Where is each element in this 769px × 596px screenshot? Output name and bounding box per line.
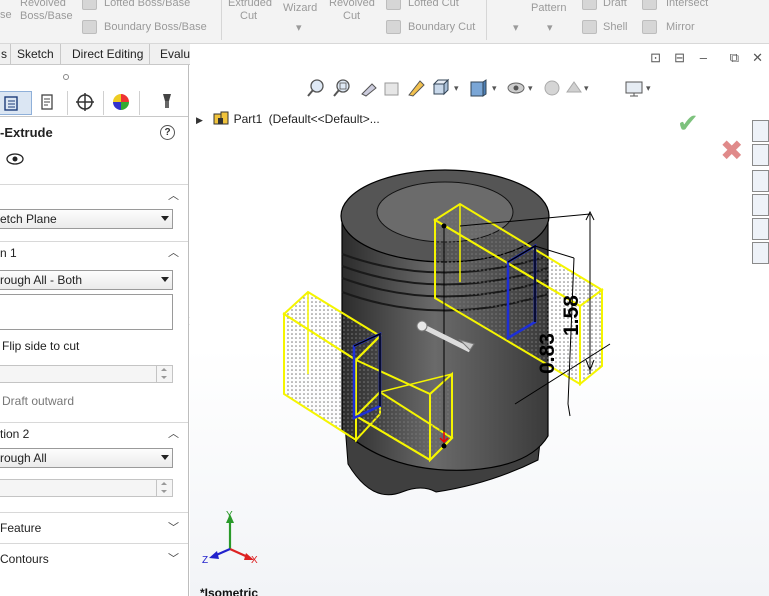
eye-icon[interactable] bbox=[6, 153, 24, 165]
lofted-cut-button[interactable]: Lofted Cut bbox=[408, 0, 459, 10]
linear-pattern-button[interactable]: Pattern bbox=[531, 2, 566, 15]
direction2-end-condition-combo[interactable]: rough All bbox=[0, 448, 173, 468]
feature-tree-icon bbox=[4, 96, 18, 111]
chevron-down-icon bbox=[161, 455, 169, 460]
chevron-down-icon[interactable]: ▾ bbox=[547, 22, 553, 35]
lofted-boss-button[interactable]: Lofted Boss/Base bbox=[104, 0, 190, 10]
direction1-end-condition-combo[interactable]: rough All - Both bbox=[0, 270, 173, 290]
shell-icon bbox=[582, 20, 597, 34]
chevron-down-icon bbox=[161, 277, 169, 282]
coordinate-triad: Y X Z bbox=[202, 510, 258, 566]
draft-icon bbox=[582, 0, 597, 10]
boundary-cut-icon bbox=[386, 20, 401, 34]
manager-tabs bbox=[0, 89, 188, 117]
axis-point bbox=[441, 223, 447, 229]
chevron-down-icon bbox=[161, 216, 169, 221]
revolved-cut-button[interactable]: Revolved Cut bbox=[329, 0, 375, 23]
ribbon-separator bbox=[221, 0, 222, 40]
chevron-up-icon[interactable]: ︿ bbox=[168, 185, 179, 207]
direction2-draft-spinner[interactable] bbox=[0, 479, 173, 497]
feature-scope-header[interactable]: Feature ﹀ bbox=[0, 512, 188, 543]
intersect-button[interactable]: Intersect bbox=[666, 0, 708, 10]
feature-title: -Extrude bbox=[0, 125, 53, 140]
axis-point bbox=[441, 443, 447, 449]
cam-manager-tab[interactable] bbox=[140, 91, 176, 115]
panel-handle[interactable] bbox=[63, 74, 69, 80]
triad-x-label: X bbox=[251, 555, 258, 566]
drag-handle-ball[interactable] bbox=[416, 320, 428, 332]
spinner-arrows-icon[interactable] bbox=[156, 366, 172, 382]
chevron-down-icon[interactable]: ﹀ bbox=[168, 513, 179, 543]
property-icon bbox=[41, 94, 53, 110]
property-manager-tab[interactable] bbox=[32, 91, 68, 115]
draft-angle-spinner[interactable] bbox=[0, 365, 173, 383]
appearance-manager-tab[interactable] bbox=[104, 91, 140, 115]
mirror-button[interactable]: Mirror bbox=[666, 21, 695, 34]
chevron-down-icon[interactable]: ﹀ bbox=[168, 544, 179, 574]
from-section-header[interactable]: ︿ bbox=[0, 184, 188, 207]
color-wheel-icon bbox=[113, 94, 129, 110]
configuration-manager-tab[interactable] bbox=[68, 91, 104, 115]
boundary-cut-button[interactable]: Boundary Cut bbox=[408, 21, 475, 34]
draft-button[interactable]: Draft bbox=[603, 0, 627, 10]
command-manager-ribbon: se Revolved Boss/Base Lofted Boss/Base Bo… bbox=[0, 0, 769, 44]
dimension-value[interactable]: 1.58 bbox=[560, 295, 583, 336]
lofted-boss-icon bbox=[82, 0, 97, 10]
chevron-up-icon[interactable]: ︿ bbox=[168, 423, 179, 445]
tab-direct-editing[interactable]: Direct Editing bbox=[66, 44, 151, 65]
hole-wizard-button[interactable]: Wizard bbox=[283, 2, 317, 15]
dimension-value[interactable]: 0.83 bbox=[536, 333, 559, 374]
shell-button[interactable]: Shell bbox=[603, 21, 627, 34]
from-combo[interactable]: etch Plane bbox=[0, 209, 173, 229]
view-orientation-label: *Isometric bbox=[200, 586, 259, 596]
property-manager: -Extrude ? ︿ etch Plane n 1 ︿ rough All -… bbox=[0, 65, 189, 596]
crosshair-icon bbox=[76, 93, 94, 111]
chevron-up-icon[interactable]: ︿ bbox=[168, 242, 179, 264]
piston-model[interactable]: 1.58 0.83 Y X Z bbox=[190, 44, 769, 596]
mirror-icon bbox=[642, 20, 657, 34]
extruded-cut-button[interactable]: Extruded Cut bbox=[228, 0, 272, 23]
flip-side-to-cut-checkbox[interactable]: Flip side to cut bbox=[2, 339, 79, 353]
lamp-icon bbox=[163, 94, 171, 108]
boundary-boss-icon bbox=[82, 20, 97, 34]
help-icon[interactable]: ? bbox=[160, 125, 175, 140]
direction-selection-box[interactable] bbox=[0, 294, 173, 330]
intersect-icon bbox=[642, 0, 657, 10]
graphics-area[interactable]: ⊡ ⊟ – ⧉ ✕ ▾ ▾ ▾ ▾ ▾ ▶ Part1 (Default<<De… bbox=[190, 44, 769, 596]
selected-contours-header[interactable]: Contours ﹀ bbox=[0, 543, 188, 574]
revolved-boss-button[interactable]: Revolved Boss/Base bbox=[20, 0, 73, 23]
ribbon-fragment: se bbox=[0, 9, 12, 21]
ribbon-separator bbox=[486, 0, 487, 40]
direction2-section-header[interactable]: tion 2 ︿ bbox=[0, 422, 188, 445]
triad-y-label: Y bbox=[226, 510, 233, 521]
tab-features[interactable]: s bbox=[0, 44, 11, 65]
chevron-down-icon[interactable]: ▾ bbox=[513, 22, 519, 35]
lofted-cut-icon bbox=[386, 0, 401, 10]
direction1-section-header[interactable]: n 1 ︿ bbox=[0, 241, 188, 264]
chevron-down-icon[interactable]: ▾ bbox=[296, 22, 302, 35]
feature-manager-tab[interactable] bbox=[0, 91, 32, 115]
command-tabs: s Sketch Direct Editing Evaluate bbox=[0, 44, 214, 65]
boundary-boss-button[interactable]: Boundary Boss/Base bbox=[104, 21, 207, 34]
draft-outward-checkbox[interactable]: Draft outward bbox=[2, 394, 74, 408]
tab-sketch[interactable]: Sketch bbox=[11, 44, 61, 65]
spinner-arrows-icon[interactable] bbox=[156, 480, 172, 496]
triad-z-label: Z bbox=[202, 555, 208, 566]
